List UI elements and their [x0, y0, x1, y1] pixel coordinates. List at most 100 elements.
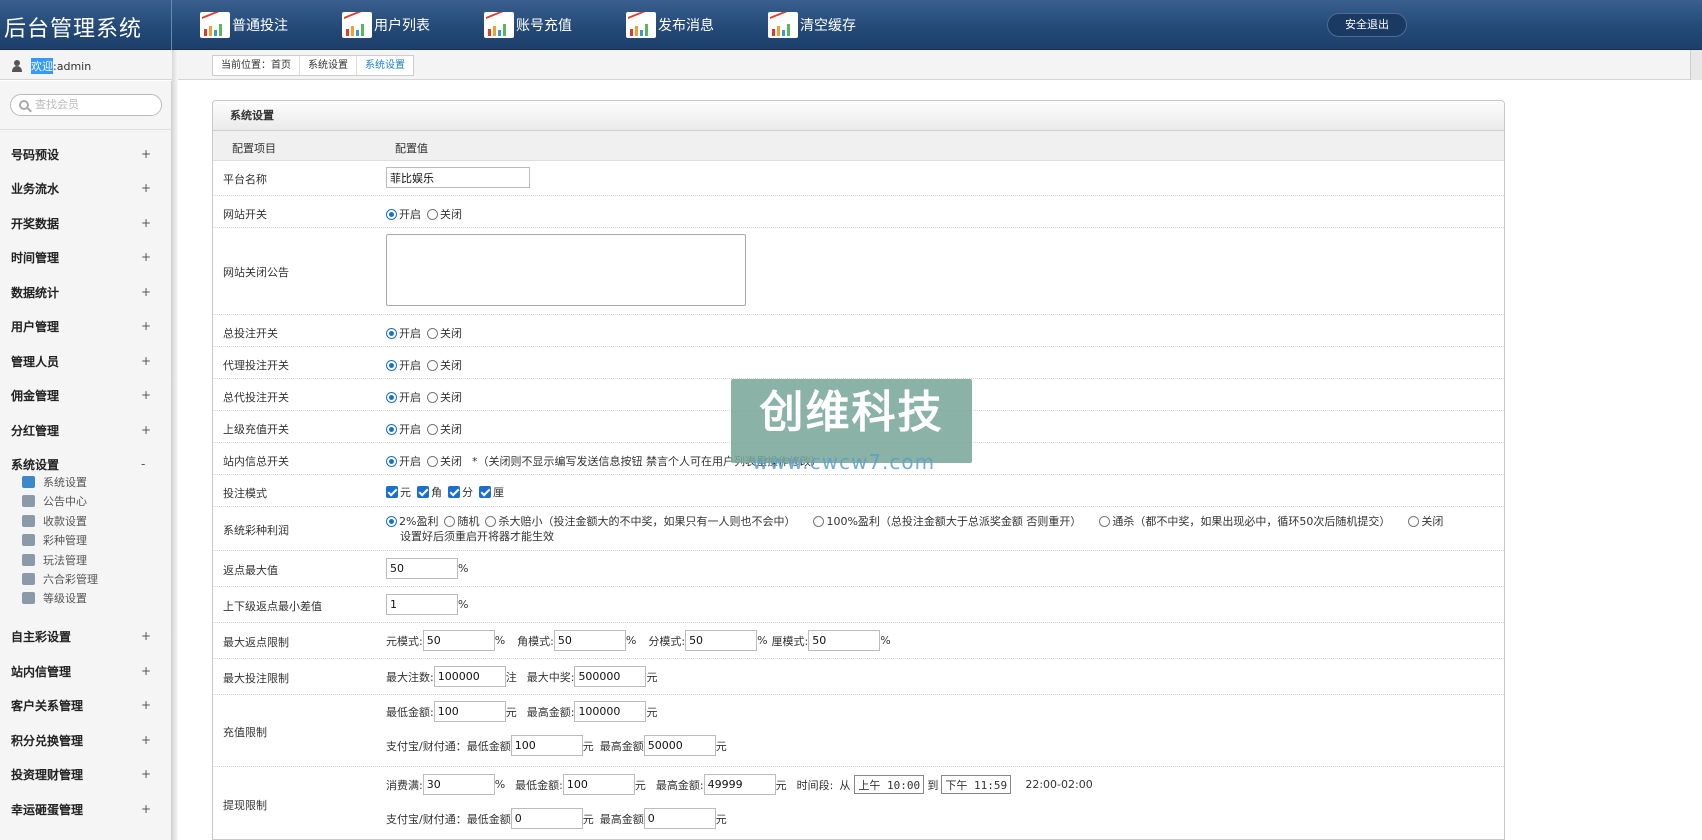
- rebate-yuan-input[interactable]: [422, 630, 495, 651]
- profit-random-radio[interactable]: 随机: [444, 514, 479, 529]
- breadcrumb-home[interactable]: 当前位置：首页: [213, 56, 300, 75]
- agent-bet-off-radio[interactable]: 关闭: [427, 357, 462, 373]
- platform-name-input[interactable]: [386, 167, 530, 188]
- topnav-user-list[interactable]: 用户列表: [342, 10, 430, 40]
- topnav-clear-cache[interactable]: 清空缓存: [768, 10, 856, 40]
- scrollbar[interactable]: [1690, 50, 1702, 80]
- sidebar-menu-user-management[interactable]: 用户管理 +: [0, 309, 172, 343]
- sidebar-menu-draw-data[interactable]: 开奖数据 +: [0, 206, 172, 240]
- unit-label: 注: [505, 670, 517, 684]
- site-switch-on-radio[interactable]: 开启: [386, 206, 421, 222]
- recharge-max-input[interactable]: [574, 701, 647, 722]
- sidebar-menu-admins[interactable]: 管理人员 +: [0, 344, 172, 378]
- withdraw-min-input[interactable]: [562, 774, 635, 795]
- withdraw-consume-input[interactable]: [422, 774, 495, 795]
- profit-off-radio[interactable]: 关闭: [1408, 514, 1443, 529]
- rebate-jiao-input[interactable]: [553, 630, 626, 651]
- sidebar-sub-mark-six[interactable]: 六合彩管理: [22, 570, 98, 588]
- site-close-notice-textarea[interactable]: [386, 234, 746, 306]
- field-label: 最低金额:: [515, 778, 563, 792]
- row-label: 上下级返点最小差值: [223, 600, 322, 613]
- unit-label: 元: [715, 812, 727, 826]
- sidebar-sub-system-settings[interactable]: 系统设置: [22, 473, 87, 491]
- sidebar-menu-investment[interactable]: 投资理财管理 +: [0, 757, 172, 791]
- sidebar-menu-business-flow[interactable]: 业务流水 +: [0, 171, 172, 205]
- withdraw-max-input[interactable]: [703, 774, 776, 795]
- max-bet-count-input[interactable]: [433, 666, 506, 687]
- internal-msg-on-radio[interactable]: 开启: [386, 453, 421, 469]
- row-label: 最大投注限制: [223, 672, 289, 685]
- sidebar-menu-time-management[interactable]: 时间管理 +: [0, 240, 172, 274]
- alipay-recharge-max-input[interactable]: [643, 735, 716, 756]
- sidebar-menu-lucky-egg[interactable]: 幸运砸蛋管理 +: [0, 792, 172, 826]
- sidebar-menu-number-preset[interactable]: 号码预设 +: [0, 137, 172, 171]
- breadcrumb-section[interactable]: 系统设置: [300, 56, 357, 75]
- period-text: 22:00-02:00: [1025, 778, 1093, 791]
- alipay-withdraw-max-input[interactable]: [643, 808, 716, 829]
- profit-kill-all-radio[interactable]: 通杀（都不中奖，如果出现必中，循环50次后随机提交）: [1099, 514, 1390, 529]
- search-input[interactable]: [35, 99, 145, 111]
- row-label: 网站开关: [223, 208, 267, 221]
- rebate-fen-input[interactable]: [685, 630, 758, 651]
- field-label: 最高金额: [599, 812, 644, 826]
- recharge-min-input[interactable]: [433, 701, 506, 722]
- sidebar-sub-play-methods[interactable]: 玩法管理: [22, 551, 87, 569]
- withdraw-end-time[interactable]: 下午 11:59: [941, 775, 1012, 794]
- row-label: 总代投注开关: [223, 391, 289, 404]
- sidebar-menu-statistics[interactable]: 数据统计 +: [0, 275, 172, 309]
- upper-recharge-on-radio[interactable]: 开启: [386, 421, 421, 437]
- bet-switch-on-radio[interactable]: 开启: [386, 325, 421, 341]
- withdraw-start-time[interactable]: 上午 10:00: [854, 775, 925, 794]
- internal-msg-off-radio[interactable]: 关闭: [427, 453, 462, 469]
- sidebar-menu-commission[interactable]: 佣金管理 +: [0, 378, 172, 412]
- alipay-withdraw-min-input[interactable]: [510, 808, 583, 829]
- bet-switch-off-radio[interactable]: 关闭: [427, 325, 462, 341]
- site-switch-off-radio[interactable]: 关闭: [427, 206, 462, 222]
- row-recharge-limit: 充值限制 最低金额: 元 最高金额: 元 支付宝/财付通： 最低金额 元 最高金…: [213, 695, 1504, 767]
- field-label: 时间段:: [796, 778, 834, 792]
- sidebar-menu-crm[interactable]: 客户关系管理 +: [0, 688, 172, 722]
- sidebar-menu-custom-lottery[interactable]: 自主彩设置 +: [0, 619, 172, 653]
- row-withdraw-limit: 提现限制 消费满: % 最低金额: 元 最高金额: 元 时间段: 从 上午 10…: [213, 767, 1504, 839]
- sidebar-sub-notice-center[interactable]: 公告中心: [22, 492, 87, 510]
- menu-label: 幸运砸蛋管理: [11, 802, 84, 817]
- member-search[interactable]: [10, 94, 162, 116]
- unit-label: 元: [582, 812, 594, 826]
- topnav-account-recharge[interactable]: 账号充值: [484, 10, 572, 40]
- row-platform-name: 平台名称: [213, 161, 1504, 196]
- menu-label: 开奖数据: [11, 216, 60, 231]
- menu-label: 系统设置: [11, 457, 60, 472]
- sidebar-menu-points-exchange[interactable]: 积分兑换管理 +: [0, 723, 172, 757]
- bet-mode-yuan-checkbox[interactable]: 元: [386, 484, 411, 500]
- expand-icon: +: [141, 181, 152, 195]
- topnav-publish-message[interactable]: 发布消息: [626, 10, 714, 40]
- sidebar-sub-level-settings[interactable]: 等级设置: [22, 589, 87, 607]
- bet-mode-li-checkbox[interactable]: 厘: [479, 484, 504, 500]
- general-agent-bet-off-radio[interactable]: 关闭: [427, 389, 462, 405]
- rebate-li-input[interactable]: [808, 630, 881, 651]
- max-rebate-input[interactable]: [386, 558, 458, 579]
- upper-recharge-off-radio[interactable]: 关闭: [427, 421, 462, 437]
- sidebar-menu-dividend[interactable]: 分红管理 +: [0, 413, 172, 447]
- profit-2pct-radio[interactable]: 2%盈利: [386, 514, 438, 529]
- sidebar-menu-internal-mail[interactable]: 站内信管理 +: [0, 654, 172, 688]
- sidebar-sub-payment-settings[interactable]: 收款设置: [22, 512, 87, 530]
- alipay-recharge-min-input[interactable]: [510, 735, 583, 756]
- agent-bet-on-radio[interactable]: 开启: [386, 357, 421, 373]
- general-agent-bet-on-radio[interactable]: 开启: [386, 389, 421, 405]
- min-rebate-diff-input[interactable]: [386, 594, 458, 615]
- chart-icon: [484, 12, 514, 38]
- topnav-label: 账号充值: [516, 18, 572, 34]
- menu-label: 数据统计: [11, 285, 60, 300]
- max-win-input[interactable]: [574, 666, 647, 687]
- profit-kill-big-radio[interactable]: 杀大赔小（投注金额大的不中奖，如果只有一人则也不会中）: [485, 514, 795, 529]
- welcome-prefix: 欢迎: [31, 58, 53, 74]
- bet-mode-jiao-checkbox[interactable]: 角: [417, 484, 442, 500]
- bet-mode-fen-checkbox[interactable]: 分: [448, 484, 473, 500]
- topnav-normal-bet[interactable]: 普通投注: [200, 10, 288, 40]
- top-header: 后台管理系统 普通投注 用户列表 账号充值 发布消息 清空缓存 安全退出: [0, 0, 1702, 50]
- sidebar: 号码预设 + 业务流水 + 开奖数据 + 时间管理 + 数据统计 + 用户管理 + 管理人员…: [0, 81, 172, 840]
- sidebar-sub-lottery-types[interactable]: 彩种管理: [22, 531, 87, 549]
- logout-button[interactable]: 安全退出: [1327, 13, 1407, 37]
- profit-100pct-radio[interactable]: 100%盈利（总投注金额大于总派奖金额 否则重开）: [813, 514, 1081, 529]
